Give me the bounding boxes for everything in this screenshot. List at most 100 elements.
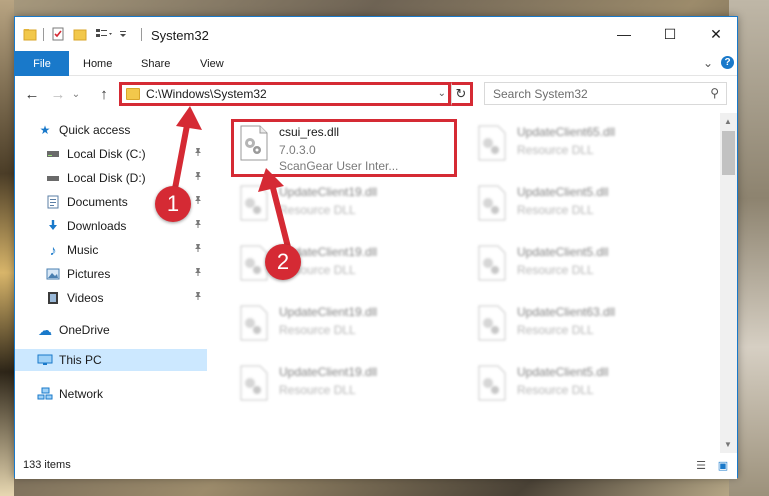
- sidebar-item-label: Network: [59, 387, 104, 401]
- pin-icon: [193, 291, 203, 304]
- file-item[interactable]: UpdateClient19.dll Resource DLL: [231, 359, 461, 415]
- maximize-button[interactable]: ☐: [647, 17, 693, 51]
- tab-file[interactable]: File: [15, 51, 69, 76]
- sidebar-item-label: This PC: [59, 353, 102, 367]
- dll-file-icon: [478, 245, 506, 281]
- star-icon: ★: [39, 123, 51, 137]
- dll-file-icon: [240, 305, 268, 341]
- file-name: UpdateClient63.dll: [517, 305, 616, 319]
- file-name: UpdateClient19.dll: [279, 305, 378, 319]
- folder-icon: [126, 88, 140, 100]
- sidebar-item-label: Local Disk (D:): [67, 171, 146, 185]
- file-item[interactable]: UpdateClient5.dll Resource DLL: [469, 359, 699, 415]
- details-view-icon[interactable]: ☰: [693, 459, 709, 472]
- annotation-badge-1: 1: [155, 186, 191, 222]
- drive-icon: [45, 171, 61, 185]
- dll-file-icon: [478, 185, 506, 221]
- ribbon-tabs: File Home Share View ⌄ ?: [15, 51, 737, 76]
- file-name: UpdateClient5.dll: [517, 185, 609, 199]
- pictures-icon: [45, 267, 61, 281]
- network-icon: [37, 387, 53, 401]
- quick-access-separator: [43, 28, 44, 41]
- search-input[interactable]: [485, 83, 695, 104]
- sidebar-item-label: Documents: [67, 195, 128, 209]
- file-item[interactable]: UpdateClient5.dll Resource DLL: [469, 179, 699, 235]
- forward-button[interactable]: →: [49, 85, 67, 103]
- folder-icon: [23, 26, 37, 42]
- sidebar-item-music[interactable]: ♪ Music: [15, 239, 207, 261]
- dll-file-icon: [240, 125, 268, 161]
- pin-icon: [193, 243, 203, 256]
- expand-ribbon-icon[interactable]: ⌄: [701, 56, 715, 70]
- item-count: 133 items: [23, 459, 71, 471]
- search-box[interactable]: ⚲: [484, 82, 727, 105]
- sidebar-item-onedrive[interactable]: ☁ OneDrive: [15, 319, 207, 341]
- sidebar-item-label: Downloads: [67, 219, 127, 233]
- dll-file-icon: [478, 365, 506, 401]
- vertical-scrollbar[interactable]: ▲ ▼: [720, 113, 737, 453]
- documents-icon: [45, 195, 61, 209]
- scroll-up-icon[interactable]: ▲: [724, 117, 732, 126]
- file-name: UpdateClient5.dll: [517, 365, 609, 379]
- file-name: csui_res.dll: [279, 125, 340, 139]
- file-item[interactable]: UpdateClient5.dll Resource DLL: [469, 239, 699, 295]
- sidebar-item-label: Music: [67, 243, 99, 257]
- pin-icon: [193, 267, 203, 280]
- refresh-button[interactable]: ↻: [451, 82, 473, 106]
- file-name: UpdateClient5.dll: [517, 245, 609, 259]
- this-pc-icon: [37, 353, 53, 367]
- file-description: Resource DLL: [517, 143, 594, 157]
- downloads-icon: [45, 219, 61, 233]
- file-description: Resource DLL: [517, 263, 594, 277]
- address-dropdown-icon[interactable]: ⌄: [438, 88, 446, 99]
- navigation-bar: ← → ⌄ ↑ C:\Windows\System32 ⌄ ↻ ⚲: [15, 77, 737, 111]
- dll-file-icon: [478, 305, 506, 341]
- file-description: Resource DLL: [279, 383, 356, 397]
- sidebar-item-videos[interactable]: Videos: [15, 287, 207, 309]
- scrollbar-thumb[interactable]: [722, 131, 735, 175]
- dll-file-icon: [478, 125, 506, 161]
- file-explorer-window: System32 — ☐ ✕ File Home Share View ⌄ ? …: [14, 16, 739, 479]
- file-version: 7.0.3.0: [279, 143, 316, 157]
- drive-icon: [45, 147, 61, 161]
- videos-icon: [45, 291, 61, 305]
- sidebar-item-label: Local Disk (C:): [67, 147, 146, 161]
- dll-file-icon: [240, 365, 268, 401]
- music-icon: ♪: [49, 242, 57, 258]
- status-bar: 133 items ☰ ▣: [15, 453, 737, 479]
- annotation-badge-2: 2: [265, 244, 301, 280]
- sidebar-item-pictures[interactable]: Pictures: [15, 263, 207, 285]
- title-separator: [141, 28, 142, 41]
- back-button[interactable]: ←: [23, 85, 41, 103]
- desktop-background-left: [0, 0, 14, 496]
- up-button[interactable]: ↑: [95, 85, 113, 103]
- close-button[interactable]: ✕: [693, 17, 739, 51]
- recent-locations-button[interactable]: ⌄: [70, 85, 82, 103]
- file-description: Resource DLL: [517, 203, 594, 217]
- file-item[interactable]: UpdateClient63.dll Resource DLL: [469, 299, 699, 355]
- search-icon[interactable]: ⚲: [710, 86, 719, 100]
- sidebar-item-label: Quick access: [59, 123, 131, 137]
- file-description: Resource DLL: [517, 383, 594, 397]
- scroll-down-icon[interactable]: ▼: [724, 440, 732, 449]
- onedrive-icon: ☁: [38, 321, 52, 338]
- customize-toolbar-icon[interactable]: [95, 26, 115, 42]
- properties-icon[interactable]: [51, 26, 65, 42]
- file-description: Resource DLL: [279, 323, 356, 337]
- minimize-button[interactable]: —: [601, 17, 647, 51]
- help-icon[interactable]: ?: [721, 56, 734, 69]
- file-description: Resource DLL: [517, 323, 594, 337]
- tab-view[interactable]: View: [200, 51, 224, 76]
- large-icons-view-icon[interactable]: ▣: [715, 459, 731, 472]
- sidebar-item-network[interactable]: Network: [15, 383, 207, 405]
- sidebar-item-label: OneDrive: [59, 323, 110, 337]
- address-path[interactable]: C:\Windows\System32: [146, 87, 267, 101]
- new-folder-icon[interactable]: [73, 26, 87, 42]
- tab-home[interactable]: Home: [83, 51, 112, 76]
- tab-share[interactable]: Share: [141, 51, 170, 76]
- sidebar-item-this-pc[interactable]: This PC: [15, 349, 207, 371]
- file-item[interactable]: UpdateClient19.dll Resource DLL: [231, 299, 461, 355]
- quick-access-dropdown-icon[interactable]: [119, 26, 127, 42]
- file-item[interactable]: UpdateClient65.dll Resource DLL: [469, 119, 699, 175]
- window-title: System32: [151, 28, 209, 43]
